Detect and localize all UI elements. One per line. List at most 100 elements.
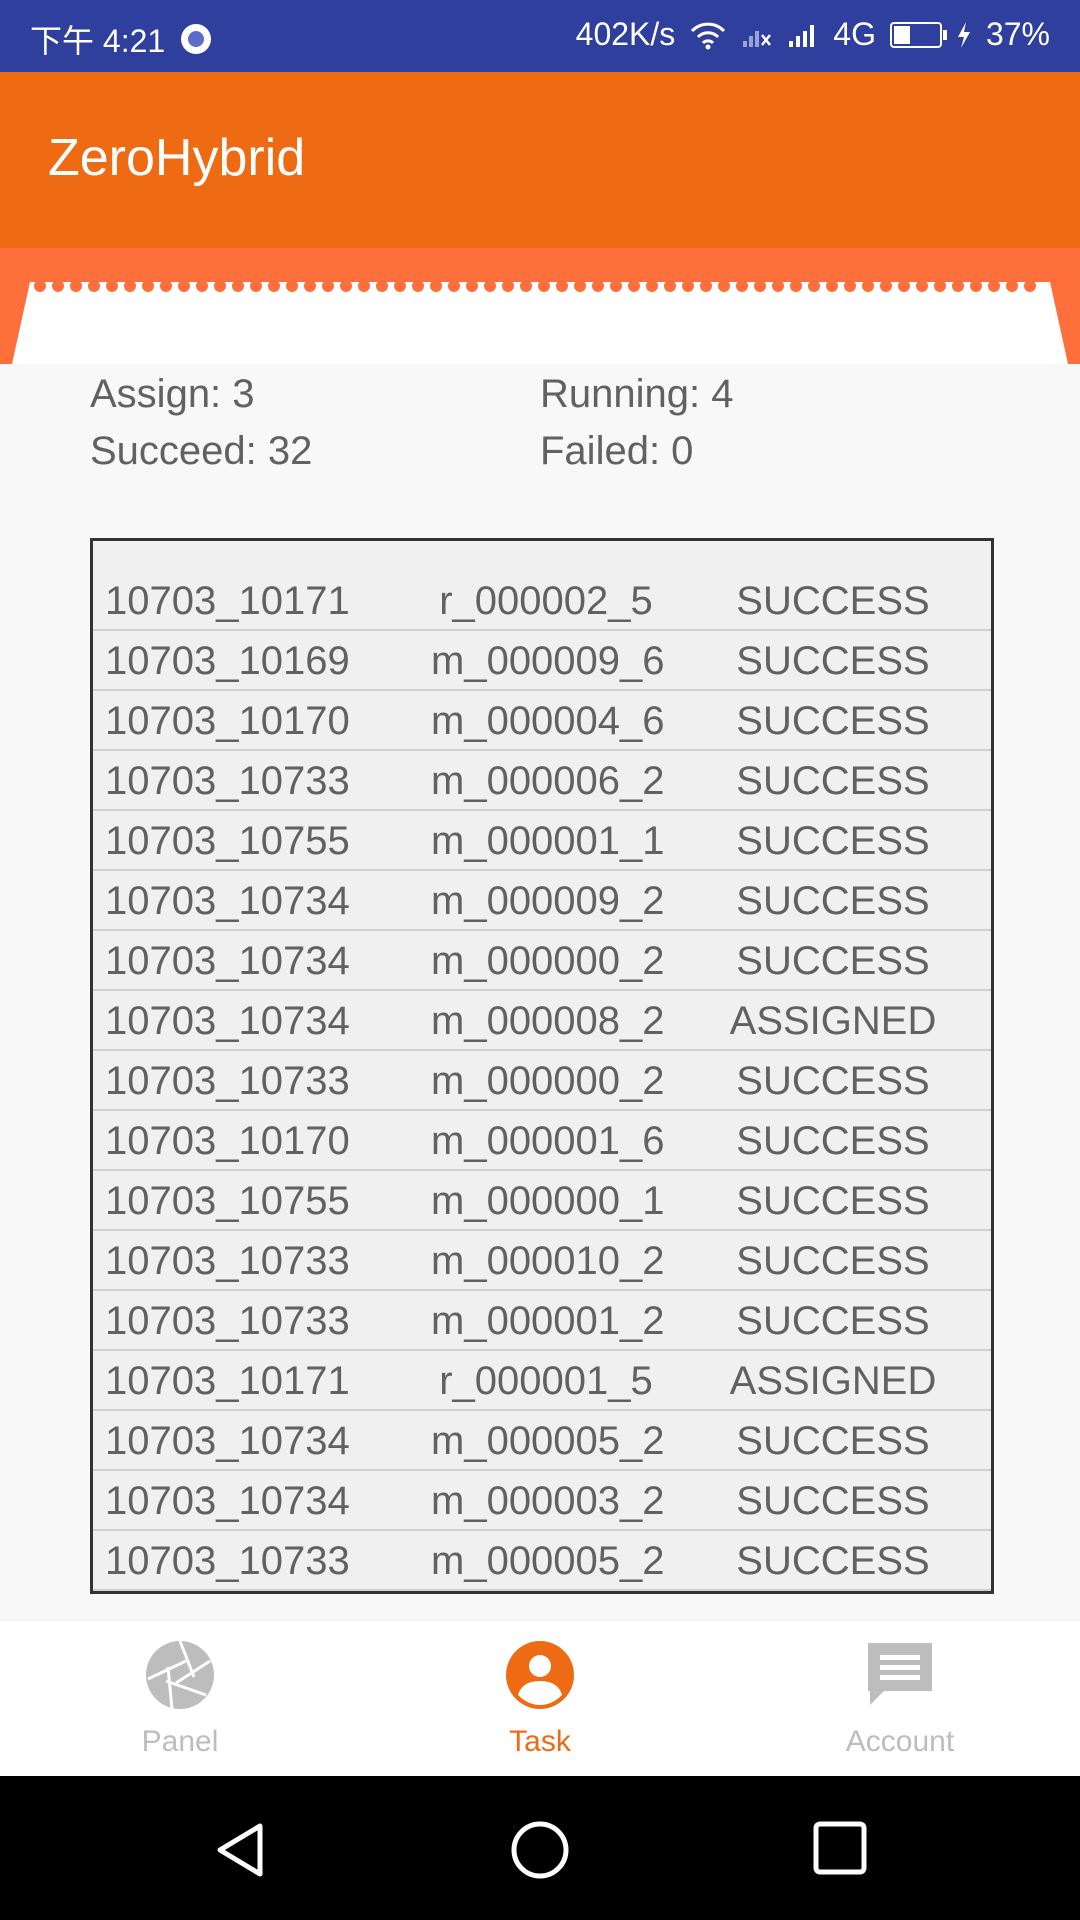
task-name-cell: m_000010_2 bbox=[431, 1239, 665, 1283]
task-status-cell: SUCCESS bbox=[736, 1119, 930, 1163]
task-id-cell: 10703_10734 bbox=[105, 939, 350, 983]
task-status-cell: SUCCESS bbox=[736, 879, 930, 923]
signal-off-icon bbox=[741, 21, 773, 49]
task-status-cell: SUCCESS bbox=[736, 759, 930, 803]
table-row[interactable]: 10703_10734 m_000005_2 SUCCESS bbox=[93, 1411, 991, 1471]
table-row[interactable]: 10703_10734 m_000003_2 SUCCESS bbox=[93, 1471, 991, 1531]
running-count: Running: 4 bbox=[540, 372, 734, 416]
failed-count: Failed: 0 bbox=[540, 429, 694, 473]
task-status-cell: SUCCESS bbox=[736, 579, 930, 623]
table-row[interactable]: 10703_10169 m_000009_6 SUCCESS bbox=[93, 631, 991, 691]
table-row[interactable]: 10703_10171 r_000001_5 ASSIGNED bbox=[93, 1351, 991, 1411]
task-name-cell: m_000005_2 bbox=[431, 1419, 665, 1463]
table-row[interactable]: 10703_10171 r_000002_5 SUCCESS bbox=[93, 571, 991, 631]
table-row[interactable]: 10703_10170 m_000001_6 SUCCESS bbox=[93, 1111, 991, 1171]
task-id-cell: 10703_10734 bbox=[105, 1419, 350, 1463]
assign-count: Assign: 3 bbox=[90, 372, 255, 416]
task-name-cell: m_000006_2 bbox=[431, 759, 665, 803]
task-name-cell: m_000001_6 bbox=[431, 1119, 665, 1163]
task-name-cell: m_000001_1 bbox=[431, 819, 665, 863]
status-bar: 下午 4:21 402K/s 4G 37% bbox=[0, 0, 1080, 72]
task-status-cell: ASSIGNED bbox=[729, 999, 937, 1043]
task-id-cell: 10703_10755 bbox=[105, 819, 350, 863]
task-name-cell: m_000008_2 bbox=[431, 999, 665, 1043]
table-row[interactable]: 10703_10733 m_000006_2 SUCCESS bbox=[93, 751, 991, 811]
recents-icon[interactable] bbox=[812, 1820, 868, 1876]
bottom-navigation: Panel Task Account bbox=[0, 1620, 1080, 1777]
back-icon[interactable] bbox=[210, 1820, 270, 1880]
charging-icon bbox=[956, 21, 972, 49]
task-id-cell: 10703_10733 bbox=[105, 1059, 350, 1103]
aperture-icon bbox=[146, 1640, 214, 1710]
task-id-cell: 10703_10171 bbox=[105, 579, 350, 623]
table-row[interactable]: 10703_10734 m_000008_2 ASSIGNED bbox=[93, 991, 991, 1051]
task-id-cell: 10703_10733 bbox=[105, 1299, 350, 1343]
task-id-cell: 10703_10169 bbox=[105, 639, 350, 683]
table-row[interactable]: 10703_10733 m_000010_2 SUCCESS bbox=[93, 1231, 991, 1291]
task-name-cell: m_000003_2 bbox=[431, 1479, 665, 1523]
task-id-cell: 10703_10733 bbox=[105, 1239, 350, 1283]
battery-percent: 37% bbox=[985, 16, 1050, 52]
network-type: 4G bbox=[833, 16, 876, 52]
nav-label-task: Task bbox=[509, 1725, 571, 1758]
table-row[interactable]: 10703_10733 m_000005_2 SUCCESS bbox=[93, 1531, 991, 1591]
task-name-cell: m_000009_2 bbox=[431, 879, 665, 923]
nav-item-task[interactable]: Task bbox=[360, 1621, 720, 1777]
task-name-cell: m_000004_6 bbox=[431, 699, 665, 743]
task-status-cell: SUCCESS bbox=[736, 1419, 930, 1463]
notification-icon bbox=[181, 24, 212, 54]
task-status-cell: SUCCESS bbox=[736, 1479, 930, 1523]
task-name-cell: r_000001_5 bbox=[439, 1359, 653, 1403]
table-row[interactable]: 10703_10755 m_000001_1 SUCCESS bbox=[93, 811, 991, 871]
system-nav-bar bbox=[0, 1776, 1080, 1920]
task-status-cell: SUCCESS bbox=[736, 1239, 930, 1283]
app-bar: ZeroHybrid bbox=[0, 72, 1080, 240]
table-row[interactable]: 10703_10733 m_000000_2 SUCCESS bbox=[93, 1051, 991, 1111]
task-name-cell: m_000000_2 bbox=[431, 939, 665, 983]
table-row[interactable]: 10703_10170 m_000004_6 SUCCESS bbox=[93, 691, 991, 751]
table-row[interactable]: 10703_10733 m_000001_2 SUCCESS bbox=[93, 1291, 991, 1351]
task-name-cell: m_000009_6 bbox=[431, 639, 665, 683]
task-name-cell: m_000000_2 bbox=[431, 1059, 665, 1103]
task-table[interactable]: 10703_10171 r_000002_5 SUCCESS 10703_10169 m… bbox=[90, 538, 994, 1594]
battery-icon bbox=[889, 21, 947, 48]
task-id-cell: 10703_10733 bbox=[105, 1539, 350, 1583]
task-status-cell: SUCCESS bbox=[736, 1059, 930, 1103]
task-status-cell: ASSIGNED bbox=[729, 1359, 937, 1403]
wifi-icon bbox=[689, 20, 727, 50]
nav-item-account[interactable]: Account bbox=[720, 1621, 1080, 1777]
task-status-cell: SUCCESS bbox=[736, 1299, 930, 1343]
task-id-cell: 10703_10733 bbox=[105, 759, 350, 803]
table-row[interactable]: 10703_10734 m_000000_2 SUCCESS bbox=[93, 931, 991, 991]
task-id-cell: 10703_10734 bbox=[105, 1479, 350, 1523]
task-id-cell: 10703_10170 bbox=[105, 699, 350, 743]
nav-label-panel: Panel bbox=[141, 1725, 219, 1758]
task-id-cell: 10703_10755 bbox=[105, 1179, 350, 1223]
task-status-cell: SUCCESS bbox=[736, 939, 930, 983]
home-icon[interactable] bbox=[508, 1820, 572, 1884]
header-wave-decoration bbox=[0, 240, 1080, 364]
signal-icon bbox=[787, 21, 819, 49]
task-id-cell: 10703_10734 bbox=[105, 879, 350, 923]
nav-item-panel[interactable]: Panel bbox=[0, 1621, 360, 1777]
task-status-cell: SUCCESS bbox=[736, 819, 930, 863]
task-name-cell: m_000001_2 bbox=[431, 1299, 665, 1343]
task-id-cell: 10703_10170 bbox=[105, 1119, 350, 1163]
table-row[interactable]: 10703_10734 m_000009_2 SUCCESS bbox=[93, 871, 991, 931]
status-time: 下午 4:21 bbox=[30, 23, 166, 59]
nav-label-account: Account bbox=[845, 1725, 955, 1758]
task-name-cell: r_000002_5 bbox=[439, 579, 653, 623]
table-row[interactable]: 10703_10755 m_000000_1 SUCCESS bbox=[93, 1171, 991, 1231]
task-name-cell: m_000000_1 bbox=[431, 1179, 665, 1223]
app-title: ZeroHybrid bbox=[48, 129, 306, 187]
task-status-cell: SUCCESS bbox=[736, 1539, 930, 1583]
task-name-cell: m_000005_2 bbox=[431, 1539, 665, 1583]
net-speed: 402K/s bbox=[575, 16, 676, 52]
task-status-cell: SUCCESS bbox=[736, 699, 930, 743]
chat-icon bbox=[868, 1643, 932, 1705]
succeed-count: Succeed: 32 bbox=[90, 429, 313, 473]
task-status-cell: SUCCESS bbox=[736, 1179, 930, 1223]
person-icon bbox=[506, 1641, 574, 1709]
task-id-cell: 10703_10171 bbox=[105, 1359, 350, 1403]
task-id-cell: 10703_10734 bbox=[105, 999, 350, 1043]
